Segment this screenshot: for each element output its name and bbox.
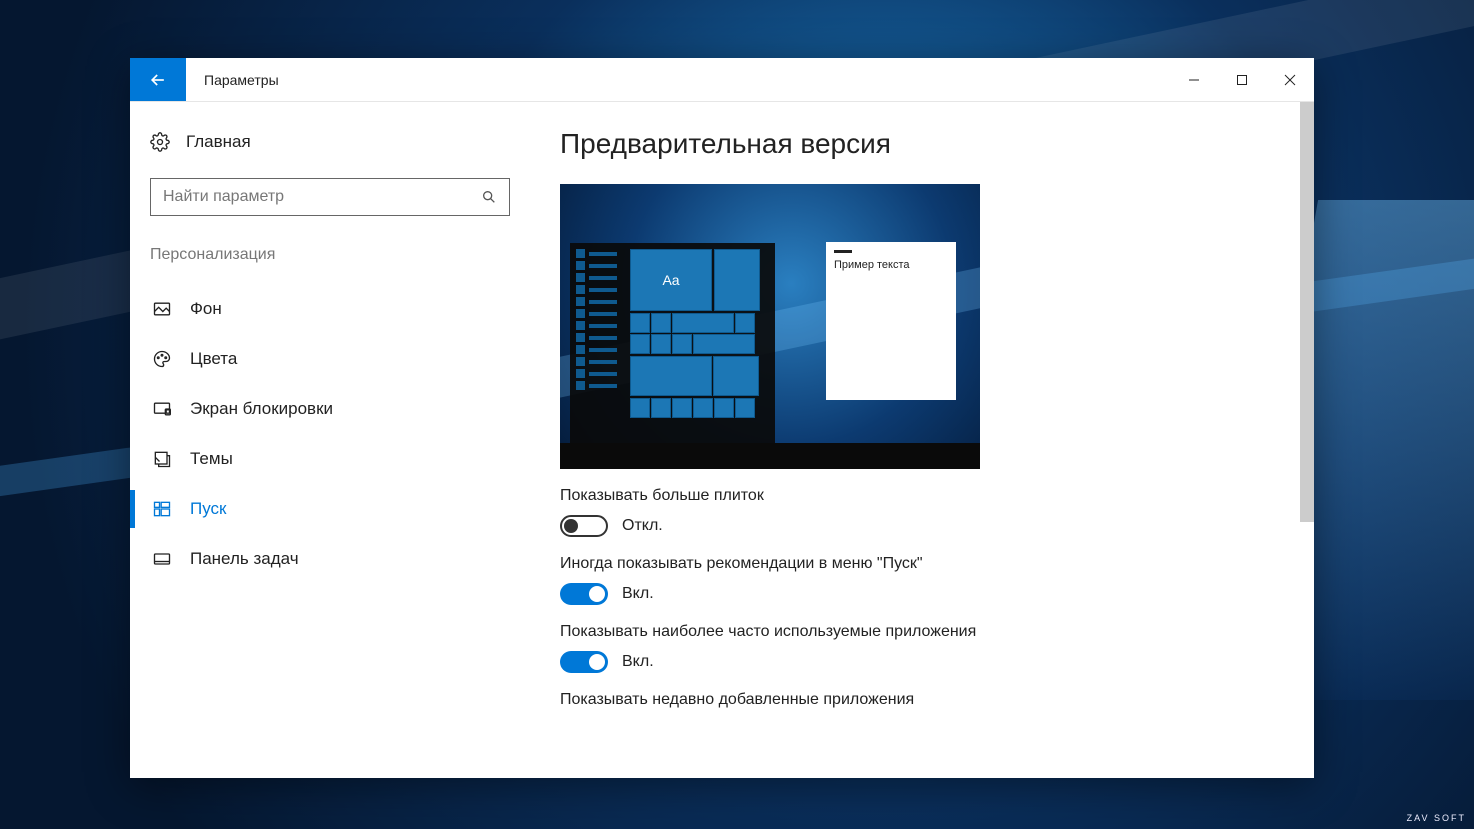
start-icon xyxy=(152,499,172,519)
sidebar-item-start[interactable]: Пуск xyxy=(150,484,510,534)
setting-label: Иногда показывать рекомендации в меню "П… xyxy=(560,555,1274,573)
sidebar-item-taskbar[interactable]: Панель задач xyxy=(150,534,510,584)
toggle-recommendations[interactable] xyxy=(560,583,608,605)
start-preview: Aa xyxy=(560,184,980,469)
preview-tile-aa: Aa xyxy=(630,249,712,311)
search-input[interactable] xyxy=(163,188,481,206)
sidebar-item-background[interactable]: Фон xyxy=(150,284,510,334)
sidebar-item-label: Пуск xyxy=(190,499,226,519)
search-icon xyxy=(481,189,497,205)
back-button[interactable] xyxy=(130,58,186,101)
preview-sample-text: Пример текста xyxy=(826,259,956,271)
sidebar-item-label: Цвета xyxy=(190,349,237,369)
palette-icon xyxy=(152,349,172,369)
sidebar-item-label: Темы xyxy=(190,449,233,469)
titlebar: Параметры xyxy=(130,58,1314,102)
taskbar-icon xyxy=(152,549,172,569)
desktop-wallpaper: ZAV SOFT Параметры xyxy=(0,0,1474,829)
sidebar: Главная Персонализация Фон Цвета xyxy=(130,102,530,778)
sidebar-item-colors[interactable]: Цвета xyxy=(150,334,510,384)
toggle-state: Вкл. xyxy=(622,585,654,603)
sidebar-item-label: Панель задач xyxy=(190,549,299,569)
toggle-state: Вкл. xyxy=(622,653,654,671)
setting-recently-added: Показывать недавно добавленные приложени… xyxy=(560,691,1274,709)
setting-more-tiles: Показывать больше плиток Откл. xyxy=(560,487,1274,537)
toggle-most-used[interactable] xyxy=(560,651,608,673)
setting-label: Показывать недавно добавленные приложени… xyxy=(560,691,1274,709)
setting-most-used: Показывать наиболее часто используемые п… xyxy=(560,623,1274,673)
toggle-more-tiles[interactable] xyxy=(560,515,608,537)
minimize-button[interactable] xyxy=(1170,58,1218,101)
section-label: Персонализация xyxy=(150,246,510,264)
watermark: ZAV SOFT xyxy=(1407,813,1466,823)
sidebar-item-themes[interactable]: Темы xyxy=(150,434,510,484)
close-button[interactable] xyxy=(1266,58,1314,101)
setting-label: Показывать больше плиток xyxy=(560,487,1274,505)
settings-window: Параметры Глав xyxy=(130,58,1314,778)
themes-icon xyxy=(152,449,172,469)
content-pane: Предварительная версия Aa xyxy=(530,102,1314,778)
maximize-button[interactable] xyxy=(1218,58,1266,101)
picture-icon xyxy=(152,299,172,319)
sidebar-item-label: Фон xyxy=(190,299,222,319)
page-title: Предварительная версия xyxy=(560,128,1274,160)
gear-icon xyxy=(150,132,170,152)
sidebar-item-lock-screen[interactable]: Экран блокировки xyxy=(150,384,510,434)
preview-sample-window: Пример текста xyxy=(826,242,956,400)
sidebar-item-label: Экран блокировки xyxy=(190,399,333,419)
window-controls xyxy=(1170,58,1314,101)
toggle-state: Откл. xyxy=(622,517,663,535)
home-button[interactable]: Главная xyxy=(150,128,510,156)
window-title: Параметры xyxy=(186,58,1170,101)
search-box[interactable] xyxy=(150,178,510,216)
setting-label: Показывать наиболее часто используемые п… xyxy=(560,623,1274,641)
setting-recommendations: Иногда показывать рекомендации в меню "П… xyxy=(560,555,1274,605)
home-label: Главная xyxy=(186,132,251,152)
lock-screen-icon xyxy=(152,399,172,419)
content-scrollbar[interactable] xyxy=(1300,102,1314,522)
